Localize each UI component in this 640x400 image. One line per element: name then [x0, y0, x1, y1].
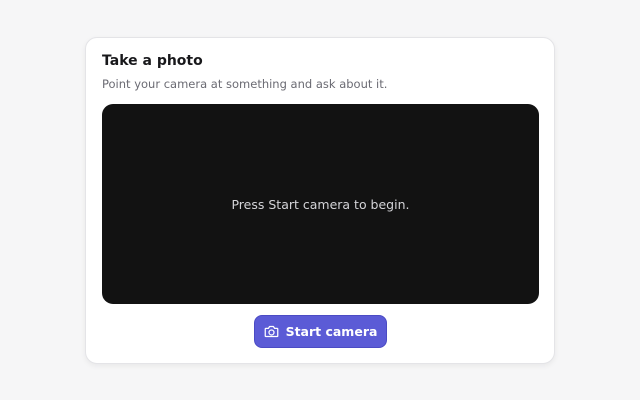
card-subtitle: Point your camera at something and ask a…	[102, 77, 388, 91]
camera-viewport: Press Start camera to begin.	[102, 104, 539, 304]
photo-card: Take a photo Point your camera at someth…	[85, 37, 555, 364]
card-title: Take a photo	[102, 53, 203, 69]
start-camera-label: Start camera	[285, 324, 378, 339]
camera-icon	[264, 325, 279, 338]
viewport-message: Press Start camera to begin.	[231, 196, 410, 212]
start-camera-button[interactable]: Start camera	[254, 315, 387, 348]
